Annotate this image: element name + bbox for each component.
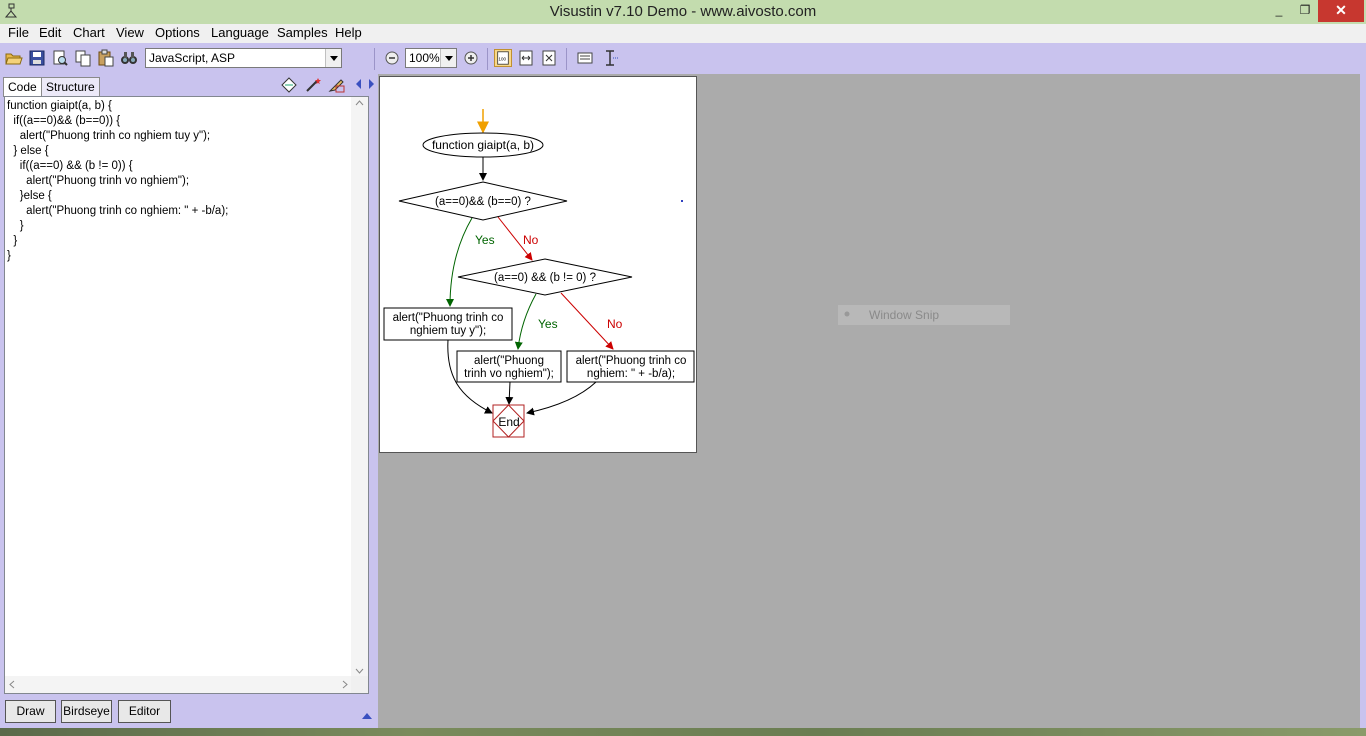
close-button[interactable]: ✕ (1318, 0, 1364, 22)
end-label: End (498, 415, 519, 429)
scroll-left-icon[interactable] (9, 680, 15, 689)
toolbar-divider (566, 48, 567, 70)
menu-options[interactable]: Options (155, 25, 200, 40)
save-icon[interactable] (28, 49, 46, 67)
taskbar (0, 728, 1366, 736)
edge-cond1-yes (446, 217, 473, 307)
splitter-arrows-icon[interactable] (355, 78, 375, 90)
action-2-line2: trinh vo nghiem"); (464, 368, 554, 380)
action-3-line2: nghiem: " + -b/a); (587, 368, 675, 380)
window-snip-overlay: Window Snip (838, 305, 1010, 325)
menu-help[interactable]: Help (335, 25, 362, 40)
yes-label-2: Yes (538, 317, 558, 331)
svg-text:100: 100 (499, 57, 507, 62)
scroll-corner (351, 676, 368, 693)
scroll-down-icon[interactable] (355, 668, 364, 674)
menu-edit[interactable]: Edit (39, 25, 61, 40)
edge-cond2-yes (514, 293, 537, 350)
toolbar-divider (374, 48, 375, 70)
code-editor[interactable]: function giaipt(a, b) { if((a==0)&& (b==… (4, 96, 369, 694)
menu-samples[interactable]: Samples (277, 25, 328, 40)
decision-2-label: (a==0) && (b != 0) ? (494, 272, 596, 284)
zoom-in-icon[interactable] (462, 49, 480, 67)
window-border (1360, 74, 1366, 728)
start-label: function giaipt(a, b) (432, 138, 534, 152)
no-label-2: No (607, 317, 623, 331)
menu-language[interactable]: Language (211, 25, 269, 40)
magic-wand-icon[interactable] (304, 77, 322, 93)
edge-action2-end (505, 381, 514, 405)
birdseye-button[interactable]: Birdseye (61, 700, 112, 723)
paste-icon[interactable] (97, 49, 115, 67)
chevron-down-icon[interactable] (440, 49, 456, 67)
menu-chart[interactable]: Chart (73, 25, 105, 40)
zoom-out-icon[interactable] (383, 49, 401, 67)
toolbar-divider (487, 48, 488, 70)
options-icon[interactable] (576, 49, 594, 67)
window-snip-label: Window Snip (869, 308, 940, 322)
menu-file[interactable]: File (8, 25, 29, 40)
scroll-up-icon[interactable] (355, 100, 364, 106)
no-label-1: No (523, 233, 539, 247)
action-3-line1: alert("Phuong trinh co (576, 355, 687, 367)
code-text[interactable]: function giaipt(a, b) { if((a==0)&& (b==… (7, 99, 228, 264)
print-preview-icon[interactable] (51, 49, 69, 67)
snip-icon (844, 311, 850, 317)
editor-button[interactable]: Editor (118, 700, 171, 723)
chevron-down-icon[interactable] (325, 49, 341, 67)
menu-view[interactable]: View (116, 25, 144, 40)
collapse-up-icon[interactable] (361, 712, 373, 720)
flowchart: function giaipt(a, b) (a==0)&& (b==0) ? … (383, 109, 695, 438)
action-2-line1: alert("Phuong (474, 355, 544, 367)
action-1-line2: nghiem tuy y"); (410, 325, 486, 337)
vertical-scrollbar[interactable] (351, 97, 368, 677)
open-icon[interactable] (5, 49, 23, 67)
edge-action3-end (526, 381, 597, 416)
scroll-right-icon[interactable] (342, 680, 348, 689)
toolbar: JavaScript, ASP 100% 100 (0, 43, 1366, 74)
tab-structure[interactable]: Structure (41, 77, 100, 96)
title-bar: Visustin v7.10 Demo - www.aivosto.com _ … (0, 0, 1366, 24)
edge-cond2-no (560, 292, 614, 350)
horizontal-scrollbar[interactable] (5, 676, 352, 693)
window-title: Visustin v7.10 Demo - www.aivosto.com (549, 3, 817, 20)
actual-size-icon[interactable]: 100 (494, 49, 512, 67)
menu-bar: File Edit Chart View Options Language Sa… (0, 24, 1366, 43)
find-icon[interactable] (120, 49, 138, 67)
zoom-select-value: 100% (409, 51, 440, 65)
edit-chart-icon[interactable] (328, 77, 346, 93)
decision-1-label: (a==0)&& (b==0) ? (435, 196, 531, 208)
fit-page-icon[interactable] (540, 49, 558, 67)
flowchart-page: function giaipt(a, b) (a==0)&& (b==0) ? … (379, 76, 697, 453)
canvas-dot (681, 200, 683, 202)
code-panel: Code Structure function giaipt(a, b) { i… (0, 74, 378, 728)
maximize-button[interactable]: ❐ (1290, 0, 1320, 22)
action-1-line1: alert("Phuong trinh co (393, 312, 504, 324)
fit-width-icon[interactable] (517, 49, 535, 67)
flowchart-icon[interactable] (280, 77, 298, 93)
language-select-value: JavaScript, ASP (149, 51, 236, 65)
draw-button[interactable]: Draw (5, 700, 56, 723)
text-cursor-icon[interactable] (602, 49, 620, 67)
copy-icon[interactable] (74, 49, 92, 67)
language-select[interactable]: JavaScript, ASP (145, 48, 342, 68)
tab-code[interactable]: Code (3, 77, 42, 97)
zoom-select[interactable]: 100% (405, 48, 457, 68)
yes-label-1: Yes (475, 233, 495, 247)
